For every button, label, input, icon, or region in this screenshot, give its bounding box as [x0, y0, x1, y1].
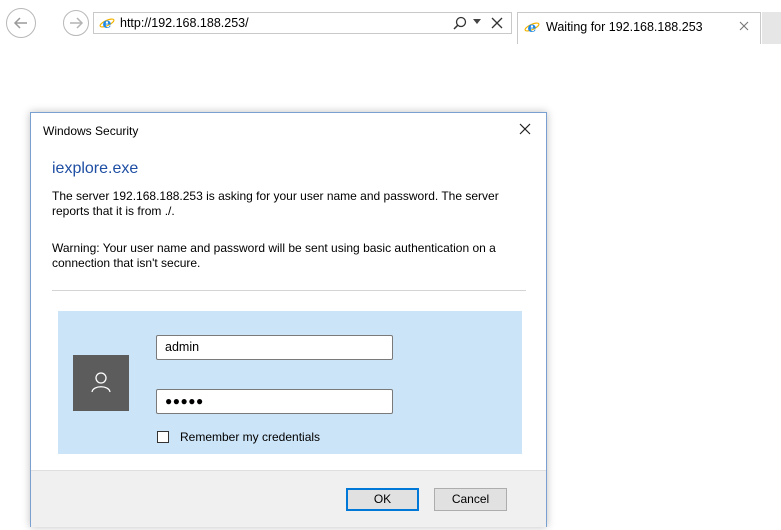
address-bar[interactable]: e http://192.168.188.253/ — [93, 12, 512, 34]
windows-security-dialog: Windows Security iexplore.exe The server… — [30, 112, 547, 527]
svg-text:e: e — [103, 16, 112, 31]
username-field[interactable]: admin — [156, 335, 393, 360]
tab-title: Waiting for 192.168.188.253 — [546, 20, 703, 34]
back-button[interactable] — [6, 8, 36, 38]
address-url[interactable]: http://192.168.188.253/ — [120, 16, 249, 30]
remember-checkbox[interactable] — [157, 431, 169, 443]
internet-explorer-icon: e — [524, 20, 540, 35]
credential-panel: admin ●●●●● Remember my credentials — [58, 311, 522, 454]
avatar — [73, 355, 129, 411]
server-message: The server 192.168.188.253 is asking for… — [52, 189, 499, 218]
internet-explorer-icon: e — [99, 16, 115, 31]
forward-button[interactable] — [63, 10, 89, 36]
forward-arrow-icon — [70, 17, 84, 29]
tab-close-icon[interactable] — [739, 21, 749, 31]
search-icon[interactable] — [453, 16, 467, 30]
cancel-button[interactable]: Cancel — [434, 488, 507, 511]
app-name: iexplore.exe — [52, 160, 139, 177]
dialog-title: Windows Security — [43, 124, 139, 138]
svg-text:e: e — [528, 20, 537, 35]
password-value: ●●●●● — [165, 394, 204, 408]
close-icon[interactable] — [518, 122, 532, 136]
separator — [52, 290, 526, 291]
password-field[interactable]: ●●●●● — [156, 389, 393, 414]
user-icon — [91, 372, 111, 393]
browser-tab[interactable]: e Waiting for 192.168.188.253 — [517, 12, 761, 44]
username-value: admin — [165, 340, 200, 354]
ok-button[interactable]: OK — [346, 488, 419, 511]
browser-toolbar: e http://192.168.188.253/ e Waiting for … — [0, 0, 781, 44]
back-arrow-icon — [13, 17, 27, 29]
new-tab-button[interactable] — [762, 12, 781, 44]
stop-icon[interactable] — [491, 17, 503, 29]
remember-label[interactable]: Remember my credentials — [180, 430, 320, 444]
chevron-down-icon[interactable] — [473, 19, 481, 25]
security-warning: Warning: Your user name and password wil… — [52, 241, 496, 270]
dialog-footer: OK Cancel — [31, 470, 546, 527]
